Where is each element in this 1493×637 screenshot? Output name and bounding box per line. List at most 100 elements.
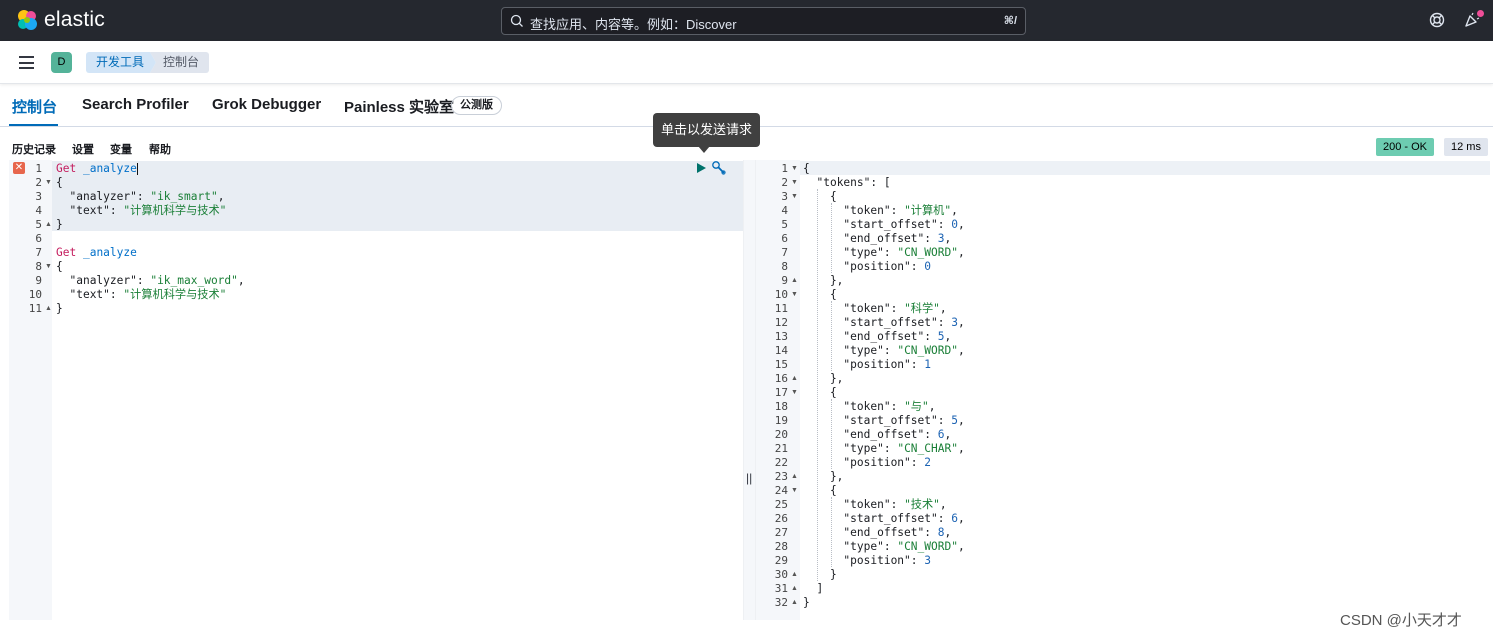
fold-toggle-icon[interactable]: ▲ xyxy=(791,585,798,592)
search-icon xyxy=(510,14,523,27)
response-line-number: 29 xyxy=(774,554,788,567)
request-code-line[interactable]: Get _analyze xyxy=(56,246,137,260)
request-code-line[interactable]: Get _analyze xyxy=(56,162,137,176)
response-code-line[interactable]: "position": 1 xyxy=(803,358,931,372)
fold-toggle-icon[interactable]: ▲ xyxy=(45,221,52,228)
editor-resizer[interactable] xyxy=(743,160,756,620)
brand-name[interactable]: elastic xyxy=(44,8,105,32)
response-code-line[interactable]: { xyxy=(803,484,837,498)
fold-toggle-icon[interactable]: ▲ xyxy=(791,473,798,480)
response-code-line[interactable]: "token": "科学", xyxy=(803,302,946,316)
response-code-line[interactable]: "type": "CN_CHAR", xyxy=(803,442,964,456)
response-line-number: 31 xyxy=(774,582,788,595)
request-line-number: 7 xyxy=(35,246,42,259)
send-request-icon[interactable] xyxy=(697,163,706,173)
response-code-line[interactable]: "start_offset": 0, xyxy=(803,218,964,232)
request-line-number: 2 xyxy=(35,176,42,189)
variables-link[interactable]: 变量 xyxy=(110,141,132,157)
search-placeholder: 查找应用、内容等。例如：Discover xyxy=(530,17,737,32)
response-line-number: 6 xyxy=(781,232,788,245)
notification-dot xyxy=(1477,10,1484,17)
request-code-line[interactable]: { xyxy=(56,176,63,190)
response-line-number: 7 xyxy=(781,246,788,259)
response-code-line[interactable]: "end_offset": 5, xyxy=(803,330,951,344)
request-code-line[interactable]: "text": "计算机科学与技术" xyxy=(56,204,226,218)
global-search-input[interactable]: 查找应用、内容等。例如：Discover ⌘/ xyxy=(501,7,1026,35)
response-code-line[interactable]: "tokens": [ xyxy=(803,176,890,190)
response-code-line[interactable]: "token": "计算机", xyxy=(803,204,957,218)
fold-toggle-icon[interactable]: ▼ xyxy=(791,165,798,172)
search-shortcut: ⌘/ xyxy=(1003,15,1017,27)
fold-toggle-icon[interactable]: ▲ xyxy=(791,375,798,382)
help-link[interactable]: 帮助 xyxy=(149,141,171,157)
fold-toggle-icon[interactable]: ▼ xyxy=(45,179,52,186)
settings-link[interactable]: 设置 xyxy=(72,141,94,157)
request-code-line[interactable]: } xyxy=(56,218,63,232)
error-marker-icon[interactable]: ✕ xyxy=(13,162,25,174)
fold-toggle-icon[interactable]: ▲ xyxy=(791,599,798,606)
response-code-line[interactable]: "type": "CN_WORD", xyxy=(803,344,964,358)
breadcrumb-console: 控制台 xyxy=(150,52,210,73)
response-code-line[interactable]: { xyxy=(803,386,837,400)
response-code-line[interactable]: "end_offset": 6, xyxy=(803,428,951,442)
response-code-line[interactable]: "position": 0 xyxy=(803,260,931,274)
fold-toggle-icon[interactable]: ▼ xyxy=(791,291,798,298)
response-line-number: 13 xyxy=(774,330,788,343)
request-code-line[interactable]: } xyxy=(56,302,63,316)
tab-console[interactable]: 控制台 xyxy=(12,96,57,117)
fold-toggle-icon[interactable]: ▲ xyxy=(791,277,798,284)
response-code-line[interactable]: } xyxy=(803,568,837,582)
request-line-number: 5 xyxy=(35,218,42,231)
response-code-line[interactable]: { xyxy=(803,190,837,204)
response-line-number: 18 xyxy=(774,400,788,413)
breadcrumb-dev-tools[interactable]: 开发工具 xyxy=(86,52,156,73)
response-code-line[interactable]: "end_offset": 8, xyxy=(803,526,951,540)
request-code-line[interactable]: "text": "计算机科学与技术" xyxy=(56,288,226,302)
fold-toggle-icon[interactable]: ▲ xyxy=(45,305,52,312)
response-code-line[interactable]: }, xyxy=(803,372,843,386)
response-line-number: 22 xyxy=(774,456,788,469)
response-active-line xyxy=(800,161,1490,175)
response-line-number: 27 xyxy=(774,526,788,539)
response-code-line[interactable]: "end_offset": 3, xyxy=(803,232,951,246)
response-code-line[interactable]: "start_offset": 5, xyxy=(803,414,964,428)
fold-toggle-icon[interactable]: ▼ xyxy=(791,179,798,186)
response-code-line[interactable]: ] xyxy=(803,582,823,596)
response-code-line[interactable]: "position": 3 xyxy=(803,554,931,568)
tab-grok-debugger[interactable]: Grok Debugger xyxy=(212,96,321,113)
wrench-icon[interactable] xyxy=(711,160,727,176)
response-code-line[interactable]: "type": "CN_WORD", xyxy=(803,246,964,260)
help-icon[interactable] xyxy=(1428,11,1446,29)
response-code-line[interactable]: "type": "CN_WORD", xyxy=(803,540,964,554)
response-code-line[interactable]: "token": "技术", xyxy=(803,498,946,512)
response-line-number: 10 xyxy=(774,288,788,301)
tab-search-profiler[interactable]: Search Profiler xyxy=(82,96,189,113)
fold-toggle-icon[interactable]: ▼ xyxy=(791,389,798,396)
response-line-number: 2 xyxy=(781,176,788,189)
response-code-line[interactable]: "start_offset": 3, xyxy=(803,316,964,330)
fold-toggle-icon[interactable]: ▲ xyxy=(791,571,798,578)
response-code-line[interactable]: }, xyxy=(803,274,843,288)
request-line-number: 3 xyxy=(35,190,42,203)
menu-toggle-icon[interactable] xyxy=(19,56,34,69)
response-code-line[interactable]: }, xyxy=(803,470,843,484)
fold-toggle-icon[interactable]: ▼ xyxy=(791,193,798,200)
history-link[interactable]: 历史记录 xyxy=(12,141,56,157)
text-cursor xyxy=(137,163,138,175)
space-avatar[interactable]: D xyxy=(51,52,72,73)
resizer-handle-icon[interactable]: || xyxy=(746,471,752,485)
fold-toggle-icon[interactable]: ▼ xyxy=(45,263,52,270)
response-code-line[interactable]: "token": "与", xyxy=(803,400,935,414)
response-code-line[interactable]: "position": 2 xyxy=(803,456,931,470)
response-code-line[interactable]: { xyxy=(803,288,837,302)
response-code-line[interactable]: "start_offset": 6, xyxy=(803,512,964,526)
request-code-line[interactable]: "analyzer": "ik_smart", xyxy=(56,190,224,204)
elastic-logo-icon[interactable] xyxy=(16,9,38,31)
fold-toggle-icon[interactable]: ▼ xyxy=(791,487,798,494)
request-code-line[interactable]: "analyzer": "ik_max_word", xyxy=(56,274,244,288)
request-code-line[interactable]: { xyxy=(56,260,63,274)
response-code-line[interactable]: } xyxy=(803,596,810,610)
tab-painless-lab[interactable]: Painless 实验室 xyxy=(344,96,454,117)
response-code-line[interactable]: { xyxy=(803,162,810,176)
request-line-number: 9 xyxy=(35,274,42,287)
